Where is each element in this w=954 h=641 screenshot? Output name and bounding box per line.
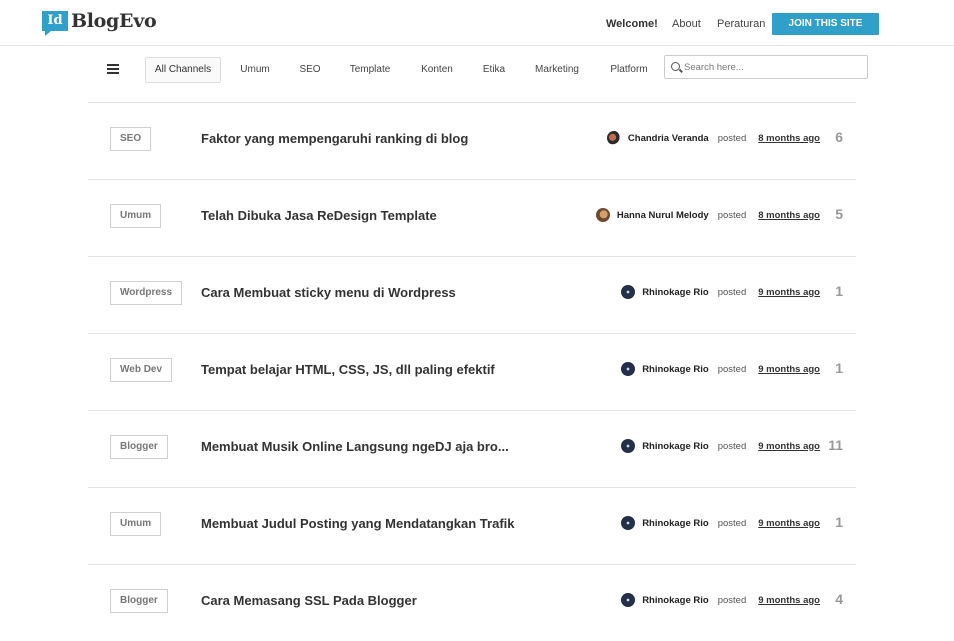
list-item[interactable]: Umum Membuat Judul Posting yang Mendatan… bbox=[88, 487, 856, 564]
reply-count: 1 bbox=[835, 283, 843, 299]
post-time-link[interactable]: 8 months ago bbox=[758, 133, 820, 144]
avatar[interactable] bbox=[595, 208, 610, 222]
reply-count: 4 bbox=[835, 591, 843, 607]
thread-title[interactable]: Telah Dibuka Jasa ReDesign Template bbox=[201, 208, 437, 223]
top-header: Id BlogEvo Welcome! About Peraturan JOIN… bbox=[0, 0, 954, 46]
thread-meta: Rhinokage Rio posted 9 months ago bbox=[621, 438, 820, 454]
join-site-button[interactable]: JOIN THIS SITE bbox=[772, 13, 879, 35]
nav-rules-link[interactable]: Peraturan bbox=[717, 18, 765, 30]
reply-count: 11 bbox=[828, 437, 843, 453]
avatar[interactable] bbox=[621, 285, 636, 299]
posted-label: posted bbox=[717, 209, 747, 221]
list-item[interactable]: Blogger Cara Memasang SSL Pada Blogger R… bbox=[88, 564, 856, 641]
tab-umum[interactable]: Umum bbox=[232, 57, 278, 83]
channel-tag[interactable]: SEO bbox=[110, 127, 152, 151]
avatar[interactable] bbox=[621, 593, 636, 607]
posted-label: posted bbox=[717, 286, 747, 298]
posted-label: posted bbox=[717, 594, 747, 606]
avatar[interactable] bbox=[621, 362, 636, 376]
thread-title[interactable]: Cara Membuat sticky menu di Wordpress bbox=[201, 285, 456, 300]
thread-title[interactable]: Cara Memasang SSL Pada Blogger bbox=[201, 593, 417, 608]
search-icon bbox=[671, 62, 680, 71]
avatar[interactable] bbox=[621, 516, 636, 530]
list-item[interactable]: Wordpress Cara Membuat sticky menu di Wo… bbox=[88, 256, 856, 333]
post-time-link[interactable]: 9 months ago bbox=[758, 364, 820, 375]
channel-tag[interactable]: Umum bbox=[110, 204, 162, 228]
avatar[interactable] bbox=[621, 439, 636, 453]
posted-label: posted bbox=[717, 132, 747, 144]
author-name[interactable]: Chandria Veranda bbox=[628, 133, 709, 144]
list-item[interactable]: Blogger Membuat Musik Online Langsung ng… bbox=[88, 410, 856, 487]
menu-list-icon[interactable] bbox=[107, 64, 119, 74]
post-time-link[interactable]: 8 months ago bbox=[758, 210, 820, 221]
reply-count: 1 bbox=[835, 514, 843, 530]
thread-meta: Rhinokage Rio posted 9 months ago bbox=[621, 284, 820, 300]
author-name[interactable]: Rhinokage Rio bbox=[642, 287, 709, 298]
welcome-text: Welcome! bbox=[606, 18, 658, 30]
tab-konten[interactable]: Konten bbox=[412, 57, 462, 83]
channel-tag[interactable]: Web Dev bbox=[110, 358, 173, 382]
post-time-link[interactable]: 9 months ago bbox=[758, 441, 820, 452]
nav-about-link[interactable]: About bbox=[672, 18, 701, 30]
reply-count: 6 bbox=[835, 129, 843, 145]
thread-title[interactable]: Tempat belajar HTML, CSS, JS, dll paling… bbox=[201, 362, 495, 377]
author-name[interactable]: Rhinokage Rio bbox=[642, 441, 709, 452]
list-item[interactable]: Web Dev Tempat belajar HTML, CSS, JS, dl… bbox=[88, 333, 856, 410]
logo-badge: Id bbox=[42, 11, 68, 36]
list-item[interactable]: SEO Faktor yang mempengaruhi ranking di … bbox=[88, 102, 856, 179]
reply-count: 1 bbox=[835, 360, 843, 376]
avatar[interactable] bbox=[606, 131, 621, 145]
author-name[interactable]: Hanna Nurul Melody bbox=[617, 210, 709, 221]
tab-seo[interactable]: SEO bbox=[291, 57, 329, 83]
channel-tag[interactable]: Blogger bbox=[110, 435, 168, 459]
reply-count: 5 bbox=[835, 206, 843, 222]
thread-meta: Rhinokage Rio posted 9 months ago bbox=[621, 361, 820, 377]
thread-meta: Chandria Veranda posted 8 months ago bbox=[606, 130, 820, 146]
search-input[interactable] bbox=[684, 59, 864, 75]
thread-meta: Hanna Nurul Melody posted 8 months ago bbox=[595, 207, 820, 223]
thread-meta: Rhinokage Rio posted 9 months ago bbox=[621, 592, 820, 608]
tab-all-channels[interactable]: All Channels bbox=[145, 57, 221, 83]
posted-label: posted bbox=[717, 517, 747, 529]
thread-title[interactable]: Membuat Judul Posting yang Mendatangkan … bbox=[201, 516, 515, 531]
post-time-link[interactable]: 9 months ago bbox=[758, 518, 820, 529]
posted-label: posted bbox=[717, 440, 747, 452]
author-name[interactable]: Rhinokage Rio bbox=[642, 364, 709, 375]
channel-tag[interactable]: Blogger bbox=[110, 589, 168, 613]
discussion-list: SEO Faktor yang mempengaruhi ranking di … bbox=[88, 102, 856, 641]
tab-template[interactable]: Template bbox=[342, 57, 398, 83]
channel-tag[interactable]: Umum bbox=[110, 512, 162, 536]
thread-title[interactable]: Faktor yang mempengaruhi ranking di blog bbox=[201, 131, 468, 146]
site-logo[interactable]: Id BlogEvo bbox=[42, 9, 157, 36]
posted-label: posted bbox=[717, 363, 747, 375]
post-time-link[interactable]: 9 months ago bbox=[758, 287, 820, 298]
channel-tag[interactable]: Wordpress bbox=[110, 281, 183, 305]
tab-platform[interactable]: Platform bbox=[601, 57, 657, 83]
tab-marketing[interactable]: Marketing bbox=[526, 57, 588, 83]
author-name[interactable]: Rhinokage Rio bbox=[642, 518, 709, 529]
tab-etika[interactable]: Etika bbox=[475, 57, 513, 83]
post-time-link[interactable]: 9 months ago bbox=[758, 595, 820, 606]
thread-title[interactable]: Membuat Musik Online Langsung ngeDJ aja … bbox=[201, 439, 509, 454]
logo-text: BlogEvo bbox=[71, 10, 157, 32]
author-name[interactable]: Rhinokage Rio bbox=[642, 595, 709, 606]
search-box bbox=[664, 55, 868, 79]
list-item[interactable]: Umum Telah Dibuka Jasa ReDesign Template… bbox=[88, 179, 856, 256]
thread-meta: Rhinokage Rio posted 9 months ago bbox=[621, 515, 820, 531]
